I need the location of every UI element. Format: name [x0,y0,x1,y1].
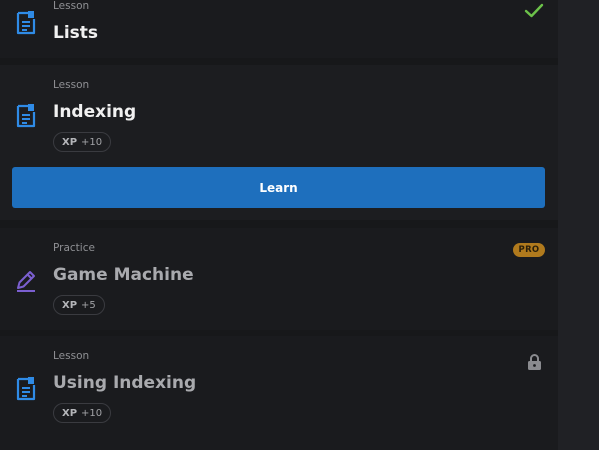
check-icon [524,3,544,19]
lesson-list-page: Lesson Lists Lesson Indexing XP +10 Lear… [0,0,599,450]
lesson-list: Lesson Lists Lesson Indexing XP +10 Lear… [0,0,558,450]
pencil-practice-icon [15,268,37,294]
lesson-document-icon [15,376,37,402]
list-item-lists[interactable]: Lesson Lists [0,0,558,58]
xp-pill: XP +10 [53,403,112,423]
xp-value: +5 [81,299,96,311]
lesson-document-icon [15,10,37,36]
lesson-document-icon [15,103,37,129]
item-type-label: Lesson [53,0,90,12]
item-type-label: Practice [53,242,95,254]
item-type-label: Lesson [53,79,90,91]
list-item-game-machine[interactable]: Practice Game Machine XP +5 [0,228,558,330]
list-item-using-indexing[interactable]: Lesson Using Indexing XP +10 [0,336,558,450]
item-title: Lists [53,23,99,43]
lock-icon [527,353,542,371]
xp-pill: XP +10 [53,132,112,152]
xp-label: XP [62,136,78,148]
item-title: Game Machine [53,265,194,285]
xp-pill: XP +5 [53,295,105,315]
item-type-label: Lesson [53,350,90,362]
learn-button[interactable]: Learn [12,167,545,208]
xp-label: XP [62,299,78,311]
right-panel-edge [558,0,599,450]
item-title: Using Indexing [53,373,197,393]
xp-label: XP [62,407,78,419]
xp-value: +10 [81,136,103,148]
xp-value: +10 [81,407,103,419]
pro-badge: PRO [513,243,545,257]
item-title: Indexing [53,102,137,122]
